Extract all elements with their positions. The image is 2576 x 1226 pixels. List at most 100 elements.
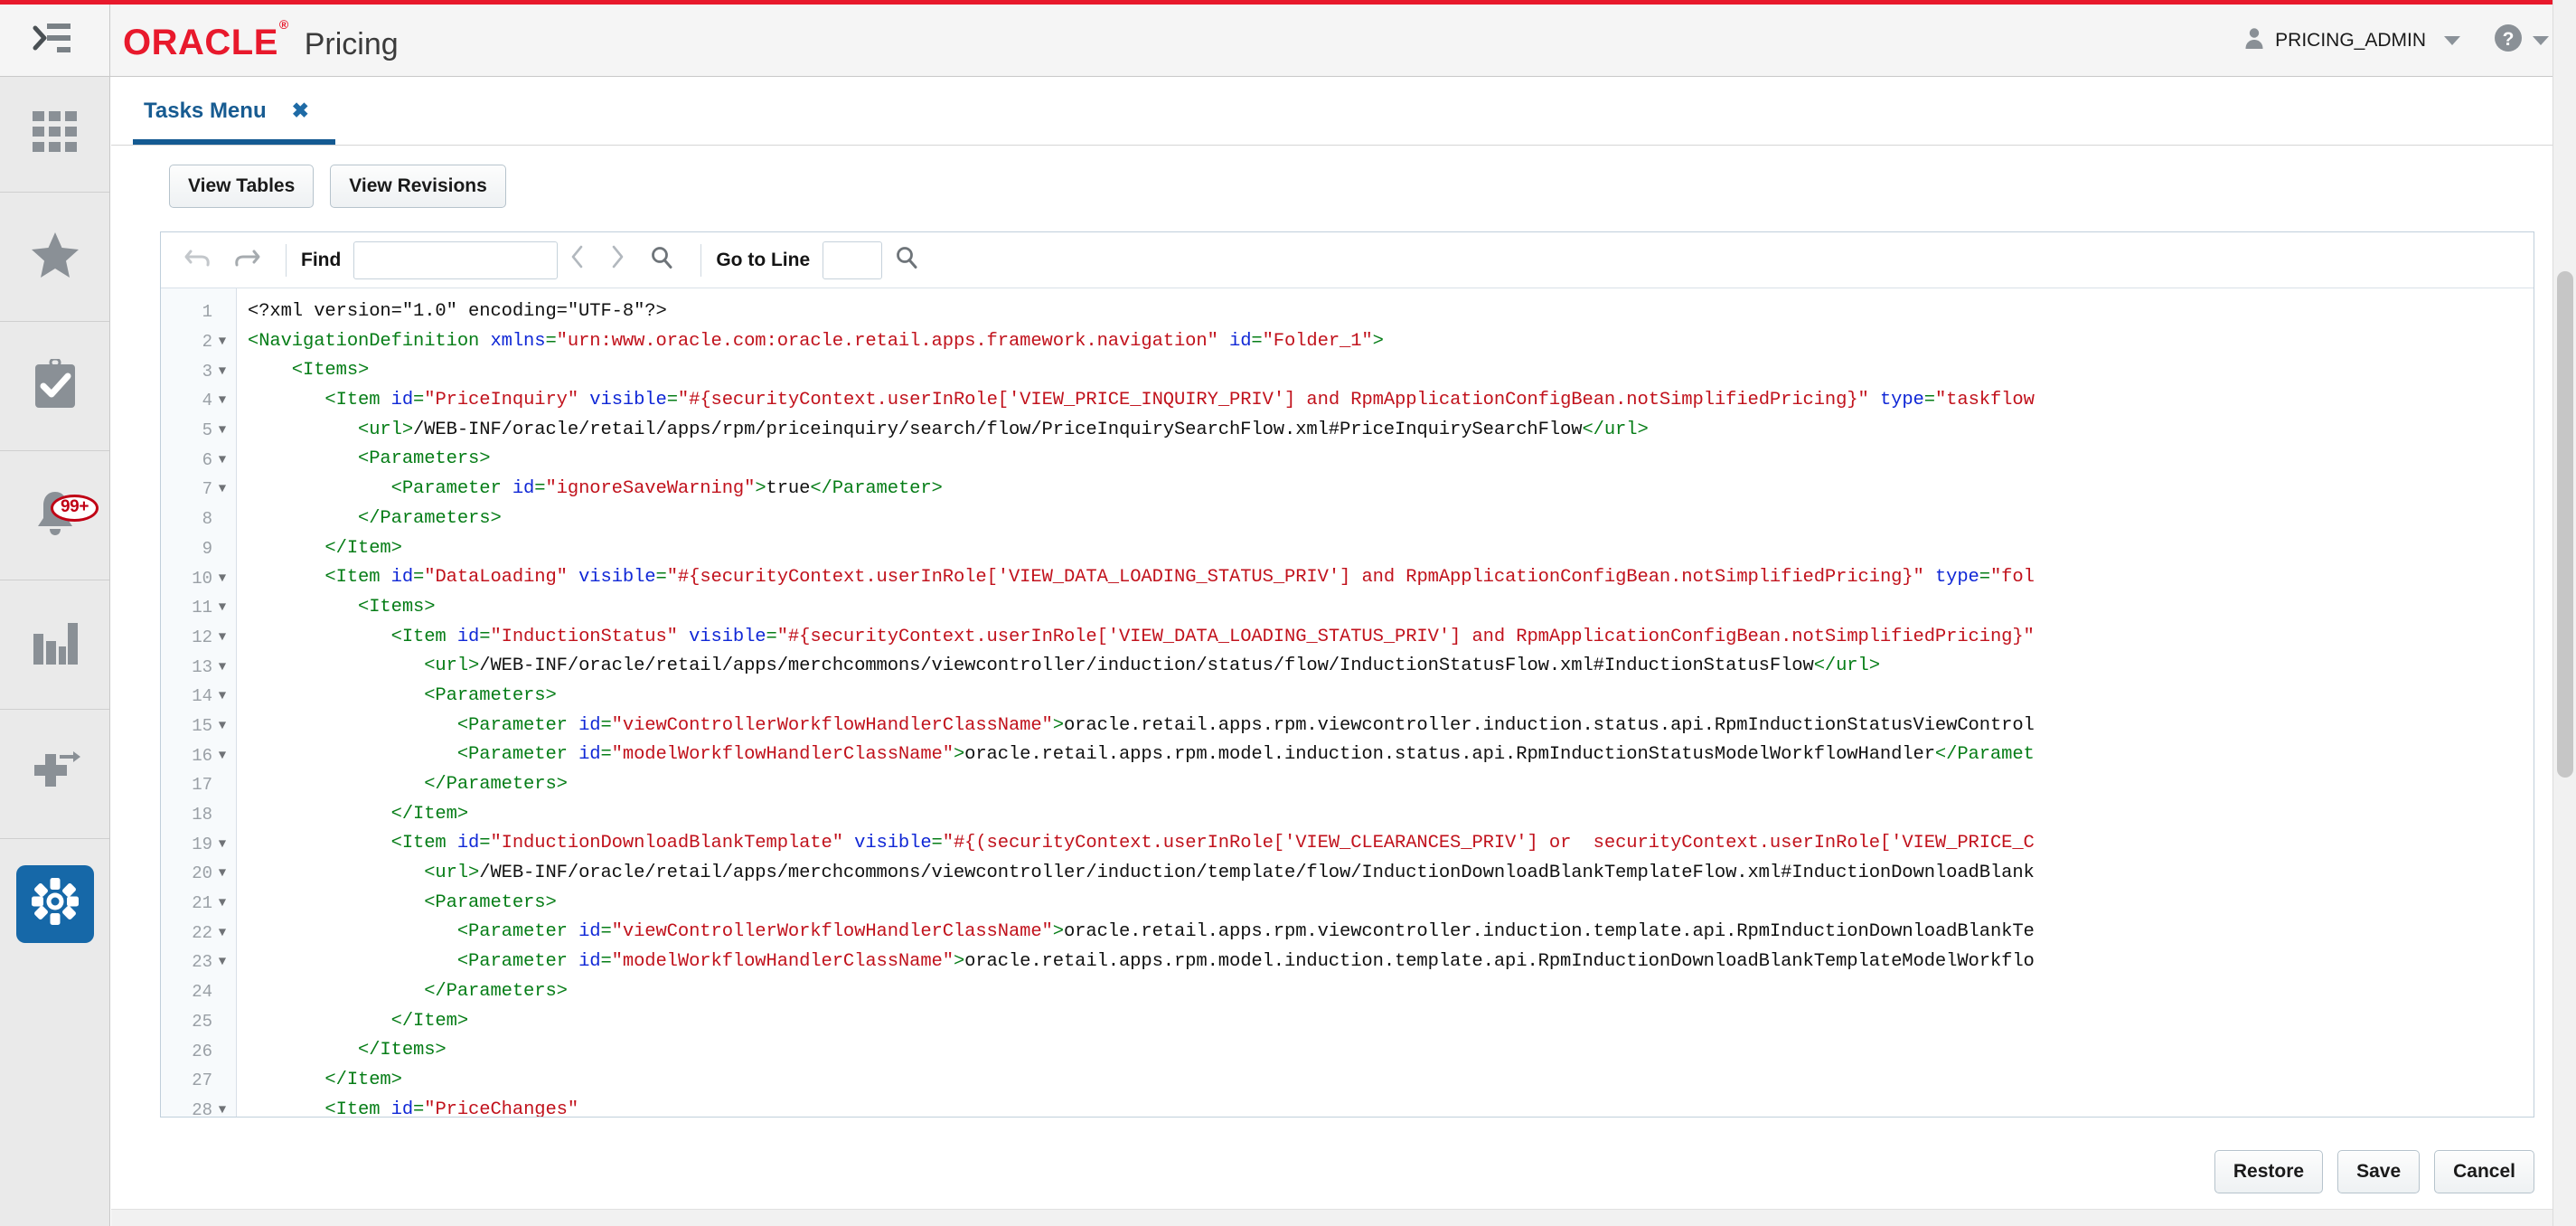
code-line: <Item id="PriceInquiry" visible="#{secur… bbox=[248, 386, 2534, 416]
fold-toggle-icon[interactable]: ▼ bbox=[212, 955, 232, 969]
chevron-down-icon bbox=[2533, 36, 2549, 45]
fold-toggle-icon[interactable]: ▼ bbox=[212, 926, 232, 940]
fold-toggle-icon[interactable]: ▼ bbox=[212, 719, 232, 733]
line-number: 23▼ bbox=[161, 948, 236, 977]
sidebar-item-favorites[interactable] bbox=[0, 193, 109, 322]
sidebar-item-settings[interactable] bbox=[0, 839, 109, 968]
fold-toggle-icon[interactable]: ▼ bbox=[212, 660, 232, 674]
code-line: <Parameters> bbox=[248, 445, 2534, 475]
fold-toggle-icon[interactable]: ▼ bbox=[212, 423, 232, 438]
goto-line-search-button[interactable] bbox=[882, 240, 931, 281]
code-line: </Parameters> bbox=[248, 977, 2534, 1007]
line-number: 9▼ bbox=[161, 534, 236, 564]
code-token: </Item> bbox=[248, 538, 402, 559]
code-content[interactable]: <?xml version="1.0" encoding="UTF-8"?><N… bbox=[237, 288, 2534, 1117]
sidebar-item-quick-create[interactable] bbox=[0, 710, 109, 839]
code-token: <Item bbox=[248, 390, 391, 410]
search-icon bbox=[894, 245, 919, 275]
code-token: = bbox=[545, 331, 556, 352]
fold-toggle-icon[interactable]: ▼ bbox=[212, 1103, 232, 1117]
code-line: </Item> bbox=[248, 1066, 2534, 1096]
code-token: = bbox=[1924, 390, 1935, 410]
cancel-button[interactable]: Cancel bbox=[2434, 1150, 2534, 1193]
toolbar-divider bbox=[700, 244, 701, 277]
save-button[interactable]: Save bbox=[2337, 1150, 2420, 1193]
code-token: = bbox=[413, 390, 424, 410]
fold-toggle-icon[interactable]: ▼ bbox=[212, 453, 232, 467]
code-token: id bbox=[391, 390, 413, 410]
fold-toggle-icon[interactable]: ▼ bbox=[212, 482, 232, 496]
search-icon bbox=[649, 245, 674, 275]
code-token: > bbox=[954, 744, 964, 765]
code-line: <Items> bbox=[248, 356, 2534, 386]
redo-icon bbox=[232, 246, 261, 274]
code-token: id bbox=[1229, 331, 1251, 352]
redo-button[interactable] bbox=[222, 240, 271, 281]
code-token: = bbox=[667, 390, 678, 410]
sidebar-item-reports[interactable] bbox=[0, 580, 109, 710]
code-line: </Parameters> bbox=[248, 505, 2534, 534]
fold-toggle-icon[interactable]: ▼ bbox=[212, 335, 232, 349]
find-previous-button[interactable] bbox=[558, 240, 597, 280]
code-token: </Item> bbox=[248, 804, 468, 825]
code-token: </Paramet bbox=[1935, 744, 2035, 765]
code-line: <?xml version="1.0" encoding="UTF-8"?> bbox=[248, 297, 2534, 327]
fold-toggle-icon[interactable]: ▼ bbox=[212, 364, 232, 379]
undo-button[interactable] bbox=[174, 240, 222, 281]
code-line: <url>/WEB-INF/oracle/retail/apps/merchco… bbox=[248, 859, 2534, 889]
restore-button[interactable]: Restore bbox=[2214, 1150, 2323, 1193]
code-token: <Item bbox=[248, 567, 391, 588]
view-revisions-button[interactable]: View Revisions bbox=[330, 165, 506, 208]
code-line: <Item id="InductionDownloadBlankTemplate… bbox=[248, 829, 2534, 859]
code-line: <Items> bbox=[248, 593, 2534, 623]
tab-strip: Tasks Menu ✖ bbox=[111, 78, 2576, 146]
view-tables-button[interactable]: View Tables bbox=[169, 165, 314, 208]
code-token: "urn:www.oracle.com:oracle.retail.apps.f… bbox=[557, 331, 1218, 352]
tab-tasks-menu[interactable]: Tasks Menu ✖ bbox=[133, 78, 320, 144]
code-token: </Items> bbox=[248, 1040, 447, 1061]
line-number: 21▼ bbox=[161, 889, 236, 919]
fold-toggle-icon[interactable]: ▼ bbox=[212, 393, 232, 408]
fold-toggle-icon[interactable]: ▼ bbox=[212, 896, 232, 910]
fold-toggle-icon[interactable]: ▼ bbox=[212, 837, 232, 852]
fold-toggle-icon[interactable]: ▼ bbox=[212, 571, 232, 586]
code-token: </url> bbox=[1814, 655, 1880, 676]
sidebar-item-applications[interactable] bbox=[0, 77, 109, 193]
fold-toggle-icon[interactable]: ▼ bbox=[212, 749, 232, 763]
code-token: > bbox=[755, 478, 766, 499]
page-scrollbar-thumb[interactable] bbox=[2557, 271, 2573, 778]
collapse-menu-button[interactable] bbox=[0, 5, 110, 76]
code-token: <?xml version="1.0" encoding="UTF-8"?> bbox=[248, 301, 667, 322]
find-next-button[interactable] bbox=[597, 240, 637, 280]
help-menu-button[interactable]: ? bbox=[2489, 17, 2552, 63]
oracle-logo: ORACLE® bbox=[123, 24, 288, 61]
find-search-button[interactable] bbox=[637, 240, 686, 281]
code-line: <Parameters> bbox=[248, 889, 2534, 919]
close-icon[interactable]: ✖ bbox=[292, 100, 309, 121]
code-token: visible bbox=[578, 567, 655, 588]
find-input[interactable] bbox=[353, 241, 558, 279]
fold-toggle-icon[interactable]: ▼ bbox=[212, 866, 232, 881]
user-menu-button[interactable]: PRICING_ADMIN bbox=[2235, 21, 2468, 60]
code-token: oracle.retail.apps.rpm.viewcontroller.in… bbox=[1064, 921, 2035, 942]
code-line: <Item id="PriceChanges" bbox=[248, 1096, 2534, 1117]
sidebar-item-tasks[interactable] bbox=[0, 322, 109, 451]
undo-icon bbox=[183, 246, 212, 274]
line-number: 6▼ bbox=[161, 445, 236, 475]
sidebar-item-notifications[interactable]: 99+ bbox=[0, 451, 109, 580]
chevron-left-icon bbox=[569, 244, 586, 277]
line-number: 1▼ bbox=[161, 297, 236, 327]
fold-toggle-icon[interactable]: ▼ bbox=[212, 600, 232, 615]
code-token bbox=[1924, 567, 1935, 588]
code-token: "ignoreSaveWarning" bbox=[545, 478, 755, 499]
goto-line-input[interactable] bbox=[823, 241, 882, 279]
code-editor-area[interactable]: 1▼2▼3▼4▼5▼6▼7▼8▼9▼10▼11▼12▼13▼14▼15▼16▼1… bbox=[161, 288, 2534, 1117]
fold-toggle-icon[interactable]: ▼ bbox=[212, 689, 232, 703]
svg-text:?: ? bbox=[2503, 29, 2515, 50]
code-token: "taskflow bbox=[1935, 390, 2035, 410]
code-token: id bbox=[578, 715, 600, 736]
code-line: <Item id="InductionStatus" visible="#{se… bbox=[248, 623, 2534, 653]
page-scrollbar[interactable] bbox=[2552, 0, 2576, 1226]
fold-toggle-icon[interactable]: ▼ bbox=[212, 630, 232, 645]
code-token: = bbox=[479, 833, 490, 853]
